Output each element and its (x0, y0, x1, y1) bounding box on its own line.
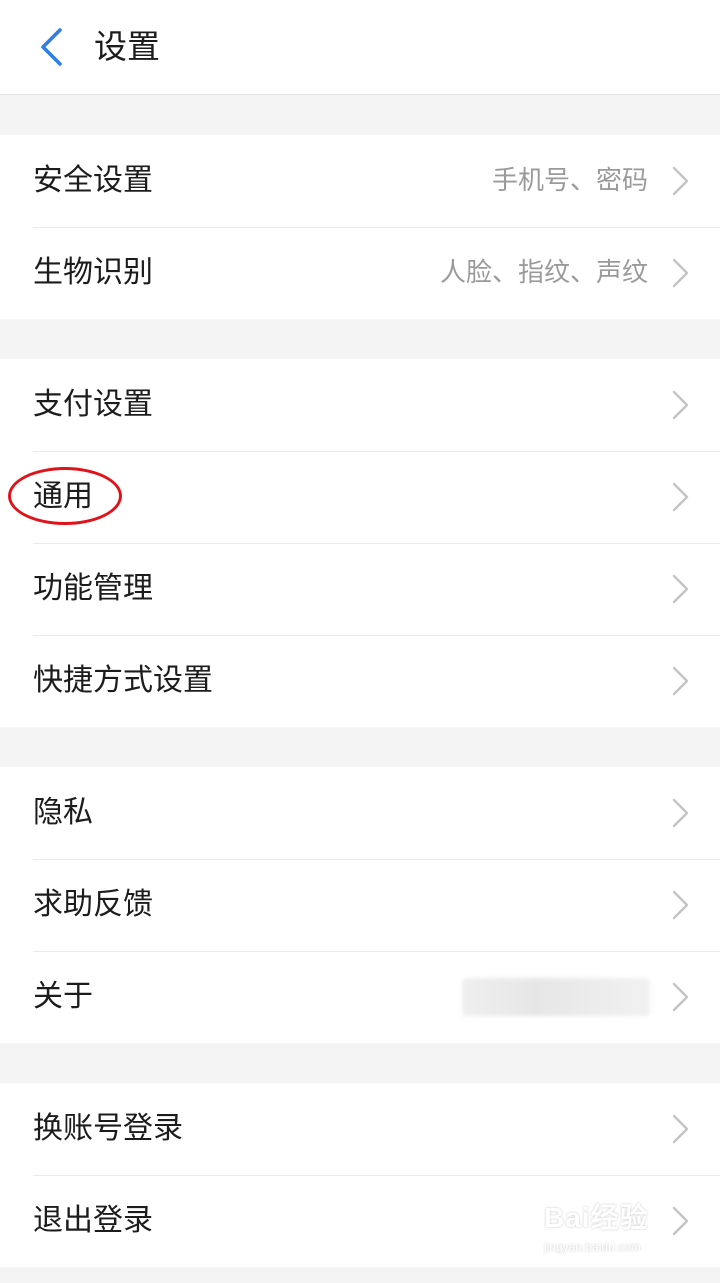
settings-item-security[interactable]: 安全设置 手机号、密码 (0, 135, 720, 227)
settings-item-biometrics[interactable]: 生物识别 人脸、指纹、声纹 (0, 227, 720, 319)
chevron-right-icon (672, 1206, 689, 1236)
chevron-right-icon (672, 982, 689, 1012)
settings-item-shortcuts[interactable]: 快捷方式设置 (0, 635, 720, 727)
page-title: 设置 (94, 27, 160, 66)
settings-item-logout[interactable]: 退出登录 (0, 1175, 720, 1267)
back-button[interactable] (26, 22, 76, 72)
item-label: 隐私 (33, 795, 93, 830)
item-label: 安全设置 (33, 163, 153, 198)
settings-item-payment[interactable]: 支付设置 (0, 359, 720, 451)
settings-item-feature-management[interactable]: 功能管理 (0, 543, 720, 635)
chevron-right-icon (672, 890, 689, 920)
settings-group-general: 支付设置 通用 功能管理 快捷方式设置 (0, 359, 720, 727)
chevron-right-icon (672, 166, 689, 196)
settings-item-switch-account[interactable]: 换账号登录 (0, 1083, 720, 1175)
settings-group-support: 隐私 求助反馈 关于 (0, 767, 720, 1043)
chevron-right-icon (672, 574, 689, 604)
item-label: 快捷方式设置 (33, 663, 213, 698)
item-label: 支付设置 (33, 387, 153, 422)
settings-item-help-feedback[interactable]: 求助反馈 (0, 859, 720, 951)
item-label: 换账号登录 (33, 1111, 183, 1146)
item-label: 功能管理 (33, 571, 153, 606)
item-value: 手机号、密码 (491, 166, 648, 196)
chevron-right-icon (672, 666, 689, 696)
item-label: 求助反馈 (33, 887, 153, 922)
chevron-left-icon (41, 28, 62, 66)
item-label: 关于 (33, 979, 93, 1014)
item-label: 退出登录 (33, 1203, 153, 1238)
settings-item-general[interactable]: 通用 (0, 451, 720, 543)
chevron-right-icon (672, 258, 689, 288)
chevron-right-icon (672, 1114, 689, 1144)
settings-item-about[interactable]: 关于 (0, 951, 720, 1043)
blurred-version-value (462, 978, 650, 1016)
item-label: 通用 (33, 479, 93, 514)
chevron-right-icon (672, 482, 689, 512)
top-bar: 设置 (0, 0, 720, 95)
item-value: 人脸、指纹、声纹 (439, 258, 648, 288)
chevron-right-icon (672, 390, 689, 420)
settings-group-account-security: 安全设置 手机号、密码 生物识别 人脸、指纹、声纹 (0, 135, 720, 319)
chevron-right-icon (672, 798, 689, 828)
settings-item-privacy[interactable]: 隐私 (0, 767, 720, 859)
item-label: 生物识别 (33, 255, 153, 290)
settings-group-account: 换账号登录 退出登录 (0, 1083, 720, 1267)
